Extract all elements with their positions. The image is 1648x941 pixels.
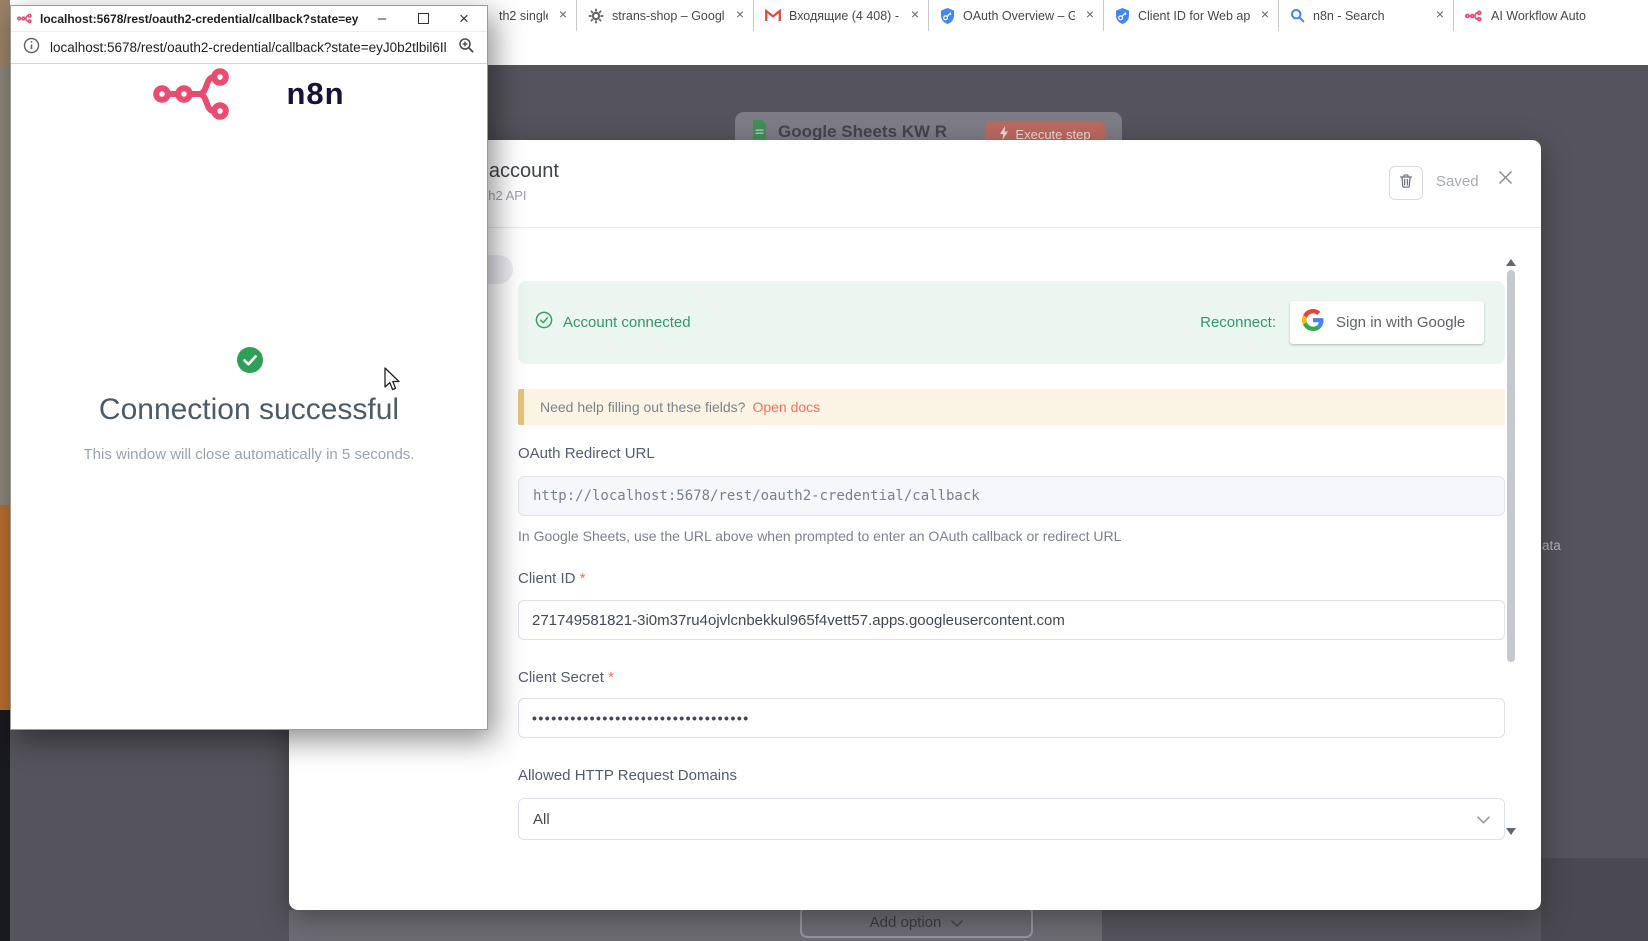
n8n-logo-glyph: [153, 68, 230, 120]
tab-close-icon[interactable]: ×: [736, 7, 744, 21]
tab-label: AI Workflow Auto: [1491, 8, 1586, 23]
saved-status: Saved: [1436, 173, 1479, 190]
mouse-cursor: [382, 367, 402, 398]
left-edge-strip-top: [0, 0, 10, 65]
gmail-icon: [765, 9, 781, 22]
required-asterisk: *: [579, 570, 586, 587]
reconnect-label: Reconnect:: [1200, 314, 1276, 331]
maximize-button[interactable]: [406, 8, 440, 30]
close-window-button[interactable]: ×: [447, 8, 481, 30]
tab-label: Входящие (4 408) - sec: [789, 8, 900, 23]
left-edge-strip-bottom: [0, 710, 10, 941]
minimize-button[interactable]: –: [365, 8, 399, 30]
browser-tab-gmail[interactable]: Входящие (4 408) - sec ×: [753, 0, 928, 31]
n8n-favicon: [17, 13, 33, 24]
tab-close-icon[interactable]: ×: [1261, 7, 1269, 21]
browser-tab-strans-shop[interactable]: strans-shop – Google C ×: [576, 0, 753, 31]
allowed-domains-value: All: [533, 810, 550, 828]
background-node-title: Google Sheets KW R: [778, 122, 948, 141]
screen: th2 single s × strans-shop – Google C × …: [0, 0, 1648, 941]
tab-close-icon[interactable]: ×: [1436, 7, 1444, 21]
n8n-logo-text: n8n: [286, 76, 345, 111]
help-banner: Need help filling out these fields? Open…: [518, 389, 1505, 425]
browser-tab-client-id[interactable]: Client ID for Web appli ×: [1103, 0, 1278, 31]
add-option-dropdown: Add option: [800, 906, 1033, 938]
chevron-down-icon: [951, 914, 964, 931]
client-id-label: Client ID *: [518, 570, 586, 587]
tab-close-icon[interactable]: ×: [1086, 7, 1094, 21]
background-bottom-band-dark: [1102, 910, 1541, 941]
browser-tab-oauth-overview[interactable]: OAuth Overview – Goo ×: [928, 0, 1103, 31]
tab-label: strans-shop – Google C: [612, 8, 725, 23]
browser-tab-n8n-search[interactable]: n8n - Search ×: [1278, 0, 1453, 31]
background-clipped-text: ata: [1542, 538, 1561, 553]
trash-icon: [1398, 173, 1414, 194]
background-corner-dark: [1541, 858, 1648, 941]
account-connected-banner: Account connected Reconnect: Sign in wit…: [518, 281, 1505, 364]
help-banner-text: Need help filling out these fields?: [540, 399, 746, 415]
scrollbar-down-arrow[interactable]: [1506, 828, 1516, 835]
browser-tab-oauth2-single[interactable]: th2 single s ×: [488, 0, 576, 31]
connection-successful-heading: Connection successful: [98, 393, 400, 426]
tab-close-icon[interactable]: ×: [559, 7, 567, 21]
key-icon: [1115, 7, 1130, 24]
left-edge-strip-mid: [0, 65, 10, 505]
google-button-label: Sign in with Google: [1336, 314, 1466, 331]
oauth-redirect-helper-text: In Google Sheets, use the URL above when…: [518, 528, 1122, 544]
key-icon: [940, 7, 955, 24]
tab-label: th2 single s: [499, 8, 548, 23]
oauth-callback-popup: localhost:5678/rest/oauth2-credential/ca…: [10, 5, 488, 730]
check-circle-icon: [535, 311, 553, 334]
n8n-logo: n8n: [11, 68, 487, 120]
chevron-down-icon: [1477, 811, 1490, 828]
browser-tab-n8n-workflow[interactable]: AI Workflow Auto: [1453, 0, 1648, 31]
close-icon[interactable]: [1498, 170, 1513, 190]
allowed-domains-select[interactable]: All: [518, 798, 1505, 840]
search-icon: [1290, 8, 1305, 23]
client-secret-label: Client Secret *: [518, 669, 614, 686]
allowed-domains-label: Allowed HTTP Request Domains: [518, 767, 737, 784]
auto-close-message: This window will close automatically in …: [83, 446, 415, 463]
zoom-in-icon[interactable]: [458, 37, 475, 59]
oauth-redirect-url-field[interactable]: http://localhost:5678/rest/oauth2-creden…: [518, 476, 1505, 516]
scrollbar-up-arrow[interactable]: [1506, 259, 1516, 266]
scrollbar-thumb[interactable]: [1507, 270, 1515, 662]
oauth-redirect-url-label: OAuth Redirect URL: [518, 445, 655, 462]
tab-close-icon[interactable]: ×: [911, 7, 919, 21]
popup-address-bar[interactable]: localhost:5678/rest/oauth2-credential/ca…: [11, 31, 487, 64]
info-icon[interactable]: [23, 37, 40, 59]
client-id-input[interactable]: [518, 600, 1505, 640]
tab-label: n8n - Search: [1313, 8, 1385, 23]
popup-url-text: localhost:5678/rest/oauth2-credential/ca…: [50, 40, 448, 55]
sign-in-with-google-button[interactable]: Sign in with Google: [1290, 301, 1484, 344]
popup-window-title: localhost:5678/rest/oauth2-credential/ca…: [40, 11, 358, 26]
n8n-icon: [1465, 10, 1483, 22]
account-connected-text: Account connected: [563, 314, 691, 331]
success-check-icon: [236, 346, 264, 379]
delete-credential-button[interactable]: [1389, 166, 1423, 200]
popup-title-bar[interactable]: localhost:5678/rest/oauth2-credential/ca…: [11, 6, 487, 31]
left-edge-strip-orange: [0, 505, 10, 710]
tab-label: Client ID for Web appli: [1138, 8, 1250, 23]
gear-icon: [588, 7, 604, 24]
google-logo-icon: [1302, 309, 1324, 336]
open-docs-link[interactable]: Open docs: [752, 399, 820, 415]
tab-label: OAuth Overview – Goo: [963, 8, 1075, 23]
client-secret-input[interactable]: [518, 698, 1505, 738]
required-asterisk: *: [608, 669, 614, 686]
